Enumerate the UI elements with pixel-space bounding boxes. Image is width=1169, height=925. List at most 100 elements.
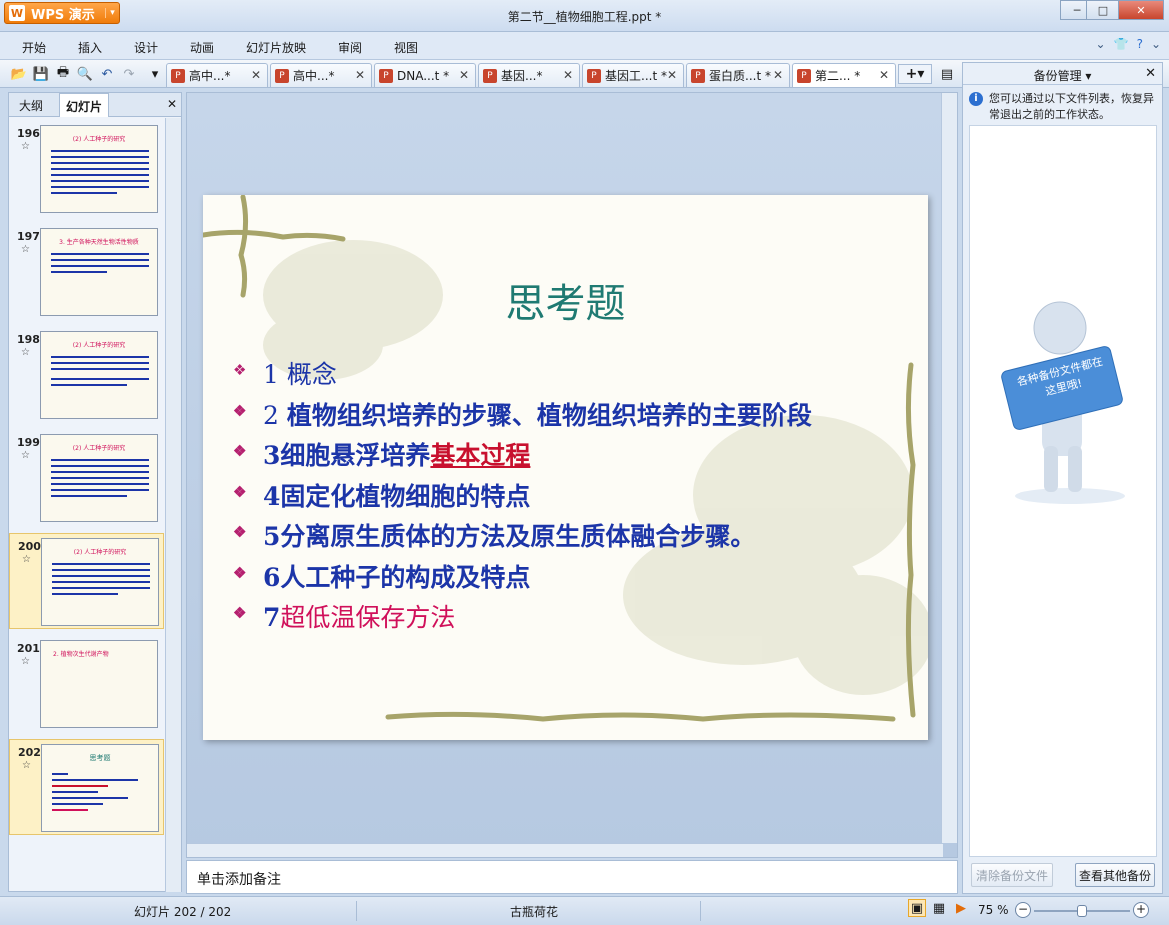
zoom-in-icon[interactable]: +: [1133, 902, 1149, 918]
close-icon[interactable]: ✕: [773, 68, 783, 82]
close-icon[interactable]: ✕: [667, 68, 677, 82]
doc-tab[interactable]: P 蛋白质...t * ✕: [686, 63, 790, 87]
slide-thumbnail[interactable]: 196 ☆ (2) 人工种子的研究: [9, 121, 164, 217]
redo-icon[interactable]: ↷: [120, 65, 138, 83]
doc-tab-label: 高中...*: [189, 69, 231, 83]
close-icon[interactable]: ✕: [1145, 66, 1156, 81]
doc-tab[interactable]: P 基因工...t * ✕: [582, 63, 684, 87]
preview-icon[interactable]: 🔍: [76, 65, 94, 83]
close-button[interactable]: ✕: [1118, 0, 1164, 20]
star-icon: ☆: [21, 347, 30, 358]
zoom-slider-knob[interactable]: [1077, 905, 1087, 917]
menu-design[interactable]: 设计: [134, 39, 158, 56]
close-icon[interactable]: ✕: [459, 68, 469, 82]
print-icon[interactable]: 🖶: [54, 65, 72, 83]
slide-thumbnail[interactable]: 199 ☆ (2) 人工种子的研究: [9, 430, 164, 526]
menu-review[interactable]: 审阅: [338, 39, 362, 56]
ppt-file-icon: P: [379, 68, 393, 83]
chevron-down-icon[interactable]: ⌄: [1096, 37, 1106, 51]
slide-thumbnail[interactable]: 198 ☆ (2) 人工种子的研究: [9, 327, 164, 423]
slide-counter: 幻灯片 202 / 202: [134, 905, 232, 919]
clear-backup-button[interactable]: 清除备份文件: [971, 863, 1053, 887]
slide-sorter-icon[interactable]: ▦: [930, 899, 948, 917]
doc-tab-label: 基因...*: [501, 69, 543, 83]
chevron-down-icon[interactable]: ▾: [1085, 69, 1091, 83]
slide-thumbnail[interactable]: 197 ☆ 3. 生产各种天然生物活性物质: [9, 224, 164, 320]
slide-thumbnail-selected[interactable]: 200 ☆ (2) 人工种子的研究: [9, 533, 164, 629]
maximize-button[interactable]: □: [1086, 0, 1120, 20]
bullet-item: ❖ 2 植物组织培养的步骤、植物组织培养的主要阶段: [233, 400, 812, 430]
backup-panel-title: 备份管理: [1033, 69, 1082, 83]
open-icon[interactable]: 📂: [10, 65, 28, 83]
doc-tab-label: DNA...t *: [397, 68, 450, 83]
doc-tab[interactable]: P 高中...* ✕: [166, 63, 268, 87]
bullet-item: ❖ 6人工种子的构成及特点: [233, 562, 531, 592]
bullet-item: ❖ 5分离原生质体的方法及原生质体融合步骤。: [233, 522, 756, 551]
ppt-file-icon: P: [275, 68, 289, 83]
bullet-item: ❖ 3细胞悬浮培养基本过程: [233, 441, 531, 470]
doc-tab[interactable]: P 基因...* ✕: [478, 63, 580, 87]
undo-icon[interactable]: ↶: [98, 65, 116, 83]
doc-tab-label: 高中...*: [293, 69, 335, 83]
info-icon: i: [969, 92, 983, 106]
skin-icon[interactable]: 👕: [1114, 37, 1129, 51]
menu-view[interactable]: 视图: [394, 39, 418, 56]
doc-tab[interactable]: P DNA...t * ✕: [374, 63, 476, 87]
close-icon[interactable]: ✕: [167, 97, 177, 111]
backup-file-list[interactable]: 各种备份文件都在这里哦!: [969, 125, 1157, 857]
slides-panel: 大纲 幻灯片 ✕ 196 ☆ (2) 人工种子的研究 197 ☆ 3. 生产各种…: [8, 92, 182, 892]
close-icon[interactable]: ✕: [563, 68, 573, 82]
close-icon[interactable]: ✕: [879, 68, 889, 82]
star-icon: ☆: [21, 244, 30, 255]
zoom-level: 75 %: [978, 903, 1009, 917]
help-icon[interactable]: ?: [1137, 37, 1143, 51]
slide-thumbnail[interactable]: 201 ☆ 2. 植物次生代谢产物: [9, 636, 164, 732]
mascot-illustration: [1001, 301, 1125, 504]
zoom-slider[interactable]: [1034, 905, 1130, 917]
slide-edit-area: 思考题 ❖ 1 概念 ❖ 2 植物组织培养的步骤、植物组织培养的主要阶段 ❖ 3…: [186, 92, 958, 858]
tab-outline[interactable]: 大纲: [13, 97, 49, 114]
slide-canvas[interactable]: 思考题 ❖ 1 概念 ❖ 2 植物组织培养的步骤、植物组织培养的主要阶段 ❖ 3…: [203, 195, 928, 740]
bullet-item: ❖ 1 概念: [233, 360, 337, 389]
menu-home[interactable]: 开始: [22, 39, 46, 56]
doc-tab-label: 蛋白质...t *: [709, 69, 771, 83]
doc-tab-active[interactable]: P 第二... * ✕: [792, 63, 896, 87]
slide-thumbnail-current[interactable]: 202 ☆ 思考题: [9, 739, 164, 835]
doc-tab-label: 基因工...t *: [605, 69, 667, 83]
slideshow-icon[interactable]: ▶: [952, 899, 970, 917]
slide-title[interactable]: 思考题: [203, 271, 928, 329]
zoom-out-icon[interactable]: −: [1015, 902, 1031, 918]
normal-view-icon[interactable]: ▣: [908, 899, 926, 917]
menu-slideshow[interactable]: 幻灯片放映: [246, 39, 306, 56]
thumbnail-scrollbar[interactable]: [165, 118, 181, 892]
diamond-bullet-icon: ❖: [233, 482, 247, 501]
doc-tab[interactable]: P 高中...* ✕: [270, 63, 372, 87]
chevron-down-icon[interactable]: ⌄: [1151, 37, 1161, 51]
star-icon: ☆: [22, 554, 31, 565]
vertical-scrollbar[interactable]: [941, 93, 957, 843]
star-icon: ☆: [21, 141, 30, 152]
diamond-bullet-icon: ❖: [233, 523, 247, 541]
doc-tab-label: 第二... *: [815, 69, 861, 83]
new-tab-button[interactable]: +▾: [898, 64, 932, 84]
title-bar: W WPS 演示 ▾ 第二节__植物细胞工程.ppt * ─ □ ✕: [0, 0, 1169, 32]
save-icon[interactable]: 💾: [32, 65, 50, 83]
star-icon: ☆: [21, 450, 30, 461]
horizontal-scrollbar[interactable]: [187, 843, 943, 857]
ppt-file-icon: P: [797, 68, 811, 83]
close-icon[interactable]: ✕: [251, 68, 261, 82]
close-icon[interactable]: ✕: [355, 68, 365, 82]
bullet-list[interactable]: ❖ 1 概念 ❖ 2 植物组织培养的步骤、植物组织培养的主要阶段 ❖ 3细胞悬浮…: [233, 355, 812, 639]
ppt-file-icon: P: [171, 68, 185, 83]
ppt-file-icon: P: [691, 68, 705, 83]
notes-field[interactable]: 单击添加备注: [186, 860, 958, 894]
customize-icon[interactable]: ▾: [146, 65, 164, 83]
view-other-backup-button[interactable]: 查看其他备份: [1075, 863, 1155, 887]
diamond-bullet-icon: ❖: [233, 563, 247, 582]
menu-animation[interactable]: 动画: [190, 39, 214, 56]
layout-icon[interactable]: ▤: [938, 65, 956, 83]
menu-insert[interactable]: 插入: [78, 39, 102, 56]
tab-slides[interactable]: 幻灯片: [59, 93, 110, 117]
diamond-bullet-icon: ❖: [233, 361, 247, 379]
status-bar: 幻灯片 202 / 202 古瓶荷花 ▣ ▦ ▶ 75 % − +: [0, 896, 1169, 925]
